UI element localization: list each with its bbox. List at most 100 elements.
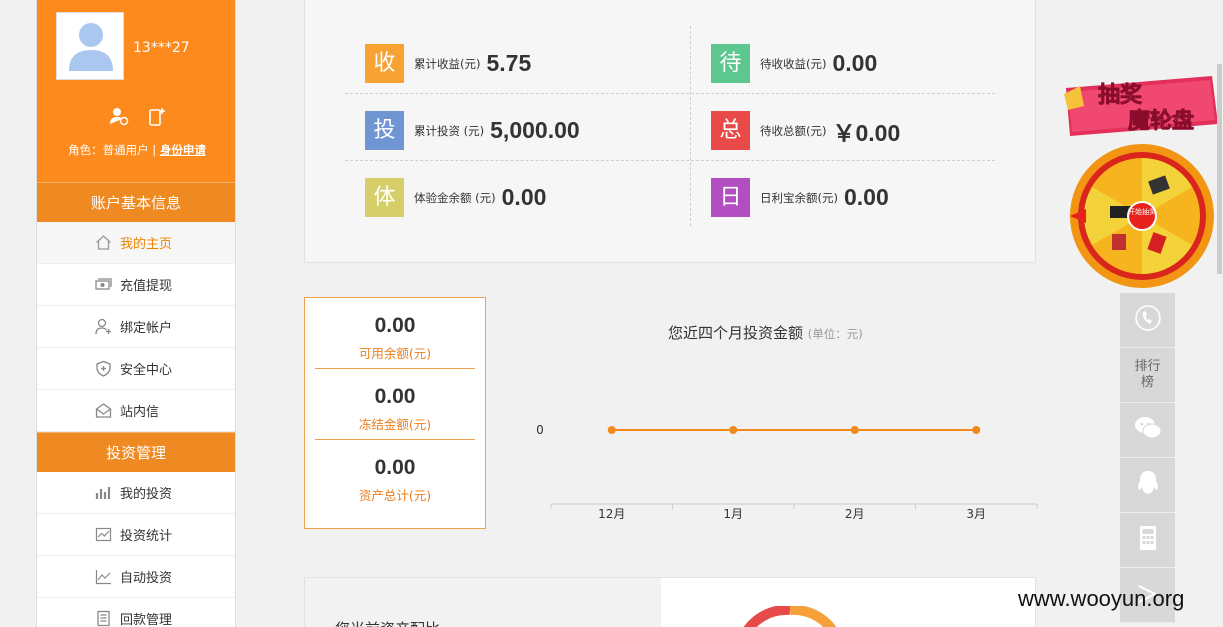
stat-label: 待收收益(元) (760, 56, 827, 71)
nav-label: 我的主页 (120, 237, 173, 252)
stat-label: 日利宝余额(元) (760, 190, 838, 205)
investment-line-chart: 12月 1月 2月 3月 0 (536, 423, 1038, 521)
nav-label: 绑定帐户 (120, 321, 173, 336)
chart-title-text: 您近四个月投资金额 (668, 324, 804, 342)
available-balance: 0.00 可用余额(元) (305, 298, 485, 368)
stat-badge: 总 (711, 111, 750, 150)
document-icon (95, 610, 112, 627)
phone-button[interactable] (1120, 293, 1175, 348)
nav-recharge-withdraw[interactable]: 充值提现 (37, 264, 235, 306)
line-chart-box-icon (95, 526, 112, 543)
stat-label: 体验金余额 (元) (414, 190, 496, 205)
stat-value: 0.00 (843, 184, 889, 210)
bar-chart-icon (95, 484, 112, 501)
stat-badge: 待 (711, 44, 750, 83)
ranking-button[interactable]: 排行榜 (1120, 348, 1175, 403)
nav-security-center[interactable]: 安全中心 (37, 348, 235, 390)
balance-value: 0.00 (374, 385, 416, 408)
stat-label: 累计投资 (元) (414, 123, 485, 138)
divider (345, 93, 995, 94)
balance-label: 可用余额(元) (358, 346, 432, 361)
stat-badge: 投 (365, 111, 404, 150)
side-toolbar: 排行榜 (1120, 293, 1175, 623)
nav-repayment-management[interactable]: 回款管理 (37, 598, 235, 627)
profile-panel: 13***27 角色：普通用户 | 身份申请 (37, 0, 235, 182)
stat-value: 5.75 (486, 50, 532, 76)
nav-investment-stats[interactable]: 投资统计 (37, 514, 235, 556)
username: 13***27 (133, 40, 190, 56)
frozen-balance: 0.00 冻结金额(元) (305, 369, 485, 439)
lottery-title-2: 魔轮盘 (1128, 108, 1194, 134)
balance-box: 0.00 可用余额(元) 0.00 冻结金额(元) 0.00 资产总计(元) (304, 297, 486, 529)
data-point (607, 426, 616, 434)
lottery-title-1: 抽奖 (1098, 82, 1143, 108)
stat-trial-balance: 体 体验金余额 (元) 0.00 (365, 178, 546, 217)
x-tick-label: 1月 (723, 507, 743, 521)
qq-button[interactable] (1120, 458, 1175, 513)
phone-icon (1133, 303, 1163, 338)
chart-unit: (单位：元) (807, 327, 863, 341)
stat-label: 待收总额(元) (760, 123, 827, 138)
nav-label: 充值提现 (120, 279, 173, 294)
stat-pending-earnings: 待 待收收益(元) 0.00 (711, 44, 877, 83)
stats-panel: 收 累计收益(元) 5.75 待 待收收益(元) 0.00 投 累计投资 (元)… (304, 0, 1036, 263)
nav-label: 投资统计 (120, 529, 173, 544)
divider (690, 26, 691, 226)
asset-allocation-left: 您当前资产配比 (305, 578, 661, 627)
divider (345, 160, 995, 161)
scrollbar[interactable] (1217, 64, 1222, 274)
stat-label: 累计收益(元) (414, 56, 481, 71)
wheel-center-label: 开始抽奖 (1128, 207, 1156, 216)
x-tick-label: 3月 (966, 507, 986, 521)
phone-add-icon[interactable] (147, 106, 167, 126)
asset-allocation-panel: 您当前资产配比 (304, 577, 1036, 627)
section-investment-management: 投资管理 (37, 432, 235, 472)
asset-allocation-title: 您当前资产配比 (335, 618, 440, 627)
nav-label: 站内信 (120, 405, 160, 420)
stat-value: 0.00 (832, 50, 878, 76)
chart-title: 您近四个月投资金额 (单位：元) (668, 322, 863, 343)
balance-label: 冻结金额(元) (358, 417, 432, 432)
shield-icon (95, 360, 112, 377)
balance-label: 资产总计(元) (358, 488, 432, 503)
data-point (850, 426, 859, 434)
avatar[interactable] (56, 12, 124, 80)
nav-auto-invest[interactable]: 自动投资 (37, 556, 235, 598)
balance-value: 0.00 (374, 314, 416, 337)
identity-apply-link[interactable]: 身份申请 (160, 143, 206, 157)
lottery-wheel-widget[interactable]: 抽奖 魔轮盘 开始抽奖 (1062, 66, 1222, 296)
envelope-icon (95, 402, 112, 419)
wechat-icon (1133, 413, 1163, 448)
avatar-placeholder-icon (69, 23, 113, 71)
stat-badge: 收 (365, 44, 404, 83)
data-point (972, 426, 981, 434)
sidebar: 13***27 角色：普通用户 | 身份申请 账户基本信息 我的主页 充值提现 … (36, 0, 236, 627)
wechat-button[interactable] (1120, 403, 1175, 458)
nav-bind-account[interactable]: 绑定帐户 (37, 306, 235, 348)
nav-my-investment[interactable]: 我的投资 (37, 472, 235, 514)
stat-total-investment: 投 累计投资 (元) 5,000.00 (365, 111, 580, 150)
y-tick-label: 0 (536, 423, 544, 437)
nav-inbox[interactable]: 站内信 (37, 390, 235, 432)
user-plus-icon (95, 318, 112, 335)
donut-chart (743, 606, 837, 627)
section-account-info: 账户基本信息 (37, 182, 235, 222)
home-icon (95, 234, 112, 251)
trend-icon (95, 568, 112, 585)
nav-label: 自动投资 (120, 571, 173, 586)
data-point (729, 426, 738, 434)
total-assets: 0.00 资产总计(元) (305, 440, 485, 510)
ranking-label: 排行榜 (1134, 359, 1161, 390)
calculator-button[interactable] (1120, 513, 1175, 568)
nav-my-home[interactable]: 我的主页 (37, 222, 235, 264)
stat-daily-balance: 日 日利宝余额(元) 0.00 (711, 178, 889, 217)
qq-icon (1133, 468, 1163, 503)
stat-value: 5,000.00 (490, 117, 580, 143)
x-tick-label: 2月 (845, 507, 865, 521)
stat-pending-total: 总 待收总额(元) ￥0.00 (711, 111, 900, 150)
stat-value: ￥0.00 (832, 119, 901, 146)
user-verify-icon[interactable] (109, 106, 129, 126)
balance-value: 0.00 (374, 456, 416, 479)
role-line: 角色：普通用户 | 身份申请 (37, 142, 237, 158)
x-tick-label: 12月 (598, 507, 625, 521)
